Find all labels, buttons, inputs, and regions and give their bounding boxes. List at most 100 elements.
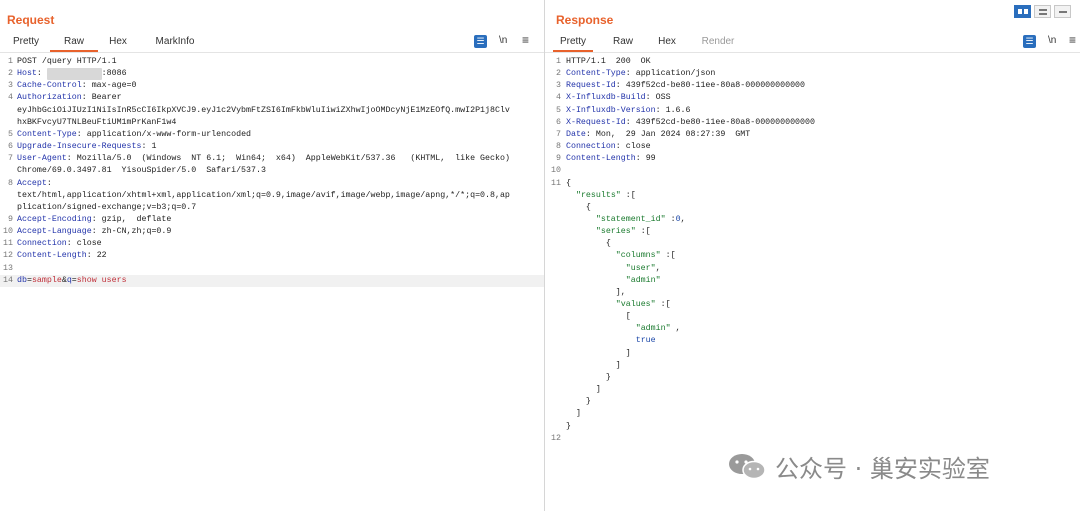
raw-text: hxBKFvcyU7TNLBeuFtiUM1mPrKanF1w4 [17,117,177,127]
code-line: 8 Connection: close [545,141,1080,153]
header-name: Connection [566,142,616,152]
tab-raw[interactable]: Raw [605,33,641,52]
code-line: 9 Content-Length: 99 [545,153,1080,165]
line-text: Cache-Control: max-age=0 [17,80,137,92]
line-text: Authorization: Bearer [17,92,122,104]
line-text: [ [566,311,631,323]
line-text: Host: 10.10.10.10:8086 [17,68,127,81]
line-text: "results" :[ [566,190,636,202]
header-separator: : [36,69,47,79]
side-by-side-layout-icon[interactable] [1014,5,1031,18]
json-punctuation: { [566,178,571,188]
tab-markinfo[interactable]: MarkInfo [146,33,204,52]
tab-render[interactable]: Render [696,33,740,52]
header-separator: : [91,214,102,224]
line-text: { [566,202,591,214]
line-text: Content-Length: 22 [17,250,107,262]
code-line: plication/signed-exchange;v=b3;q=0.7 [0,202,544,214]
response-tabs: Pretty Raw Hex Render [545,33,1080,52]
tab-raw[interactable]: Raw [50,33,98,52]
code-line: ] [545,348,1080,360]
menu-icon[interactable]: ≡ [1069,33,1076,47]
header-name: Cache-Control [17,81,82,91]
header-name: Connection [17,239,67,249]
header-separator: : [585,129,596,139]
header-separator: : [635,154,646,164]
line-text: Upgrade-Insecure-Requests: 1 [17,141,156,153]
param-value: sample [31,275,62,285]
line-text: Connection: close [566,141,651,153]
tab-pretty[interactable]: Pretty [553,33,593,52]
code-line: text/html,application/xhtml+xml,applicat… [0,190,544,202]
line-text: { [566,178,571,190]
json-punctuation: { [566,202,591,212]
pretty-print-icon[interactable]: ☰ [1023,35,1036,48]
code-line: 6 Upgrade-Insecure-Requests: 1 [0,141,544,153]
code-line: "series" :[ [545,226,1080,238]
tab-hex[interactable]: Hex [101,33,135,52]
code-line: 13 [0,263,544,275]
raw-text: plication/signed-exchange;v=b3;q=0.7 [17,202,197,212]
code-line: "values" :[ [545,299,1080,311]
line-text: Request-Id: 439f52cd-be80-11ee-80a8-0000… [566,80,805,92]
menu-icon[interactable]: ≡ [522,33,529,47]
code-line: 2 Content-Type: application/json [545,68,1080,80]
code-line: ] [545,384,1080,396]
pretty-print-icon[interactable]: ☰ [474,35,487,48]
line-text: true [566,335,656,347]
json-string: "admin" [635,324,671,334]
header-value: 1.6.6 [665,105,691,115]
header-separator: : [66,154,77,164]
line-text: Connection: close [17,238,102,250]
tabbed-layout-icon[interactable] [1054,5,1071,18]
header-separator: : [66,239,77,249]
newline-toggle-button[interactable]: \n [1048,35,1056,46]
line-text: "columns" :[ [566,250,676,262]
header-value: close [625,142,651,152]
line-number: 13 [3,263,13,273]
line-number: 7 [556,129,561,139]
line-text: Date: Mon, 29 Jan 2024 08:27:39 GMT [566,129,750,141]
header-value: 22 [96,251,107,261]
code-line: "results" :[ [545,190,1080,202]
tab-pretty[interactable]: Pretty [6,33,46,52]
code-line: 7 Date: Mon, 29 Jan 2024 08:27:39 GMT [545,129,1080,141]
header-value: 99 [645,154,656,164]
stacked-layout-icon[interactable] [1034,5,1051,18]
header-value: :8086 [101,69,127,79]
line-number: 6 [8,142,13,152]
code-line: 1 HTTP/1.1 200 OK [545,56,1080,68]
line-number: 6 [556,117,561,127]
header-name: Upgrade-Insecure-Requests [17,142,142,152]
code-line: "columns" :[ [545,250,1080,262]
response-title: Response [556,13,614,27]
line-text: X-Influxdb-Version: 1.6.6 [566,105,691,117]
line-number: 5 [8,129,13,139]
header-separator: : [625,69,636,79]
header-separator: : [76,129,87,139]
json-literal: true [635,336,656,346]
json-punctuation: :[ [660,251,676,261]
header-separator: : [46,178,57,188]
header-value: application/x-www-form-urlencoded [86,129,252,139]
line-number: 12 [551,433,561,443]
code-line: ] [545,408,1080,420]
json-string: "columns" [615,251,661,261]
tab-hex[interactable]: Hex [652,33,682,52]
code-line: 5 X-Influxdb-Version: 1.6.6 [545,105,1080,117]
json-punctuation [566,300,616,309]
code-line: [ [545,311,1080,323]
code-line: 10 [545,165,1080,177]
line-text: ] [566,348,631,360]
json-punctuation: ] [566,385,601,395]
header-separator: : [86,251,97,261]
json-punctuation: ], [566,287,626,297]
response-pane: Response Pretty Raw Hex Render ☰ \n ≡ 1H… [545,0,1080,511]
line-number: 3 [556,81,561,91]
header-name: Accept-Language [17,227,92,237]
json-punctuation [566,227,596,236]
newline-toggle-button[interactable]: \n [499,35,507,46]
watermark-text: 公众号 · 巢安实验室 [775,454,990,483]
line-number: 2 [556,69,561,79]
header-value: zh-CN,zh;q=0.9 [101,227,172,237]
